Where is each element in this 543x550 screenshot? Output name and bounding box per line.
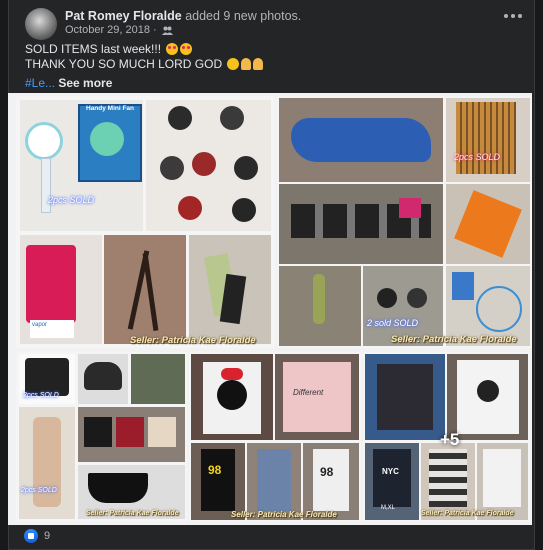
hashtag-link[interactable]: #Le... xyxy=(25,76,55,90)
power-strip-photo xyxy=(446,184,530,264)
photo-5[interactable]: NYC M,XL +5 Seller: Patricia Kae Florald… xyxy=(363,352,530,522)
blue-top-photo xyxy=(247,443,301,520)
dress-number-2: 98 xyxy=(320,465,334,479)
reactions-bar[interactable]: 9 xyxy=(24,529,50,543)
dress-number: 98 xyxy=(208,463,222,477)
more-photos-count[interactable]: +5 xyxy=(440,430,459,450)
photo-2[interactable]: 2pcs SOLD 2 sold SOLD Seller: Patricia K… xyxy=(277,96,532,348)
shapewear-photo: 2pcs SOLD xyxy=(19,354,75,404)
raincoat-photo xyxy=(279,98,443,182)
plaid-shirt-photo xyxy=(421,443,475,520)
bras-photo xyxy=(78,354,128,404)
seller-watermark: Seller: Patricia Kae Floralde xyxy=(130,335,256,346)
sold-caption: 2 sold SOLD xyxy=(367,318,419,328)
post-line-2: THANK YOU SO MUCH LORD GOD xyxy=(25,57,223,71)
star-eyes-emoji-icon xyxy=(166,43,179,55)
umbrella-photo xyxy=(189,235,271,344)
size-text: M,XL xyxy=(381,505,396,511)
seller-watermark: Seller: Patricia Kae Floralde xyxy=(86,510,179,517)
mickey-shirt-photo xyxy=(447,354,528,440)
white-dress-photo: 98 xyxy=(303,443,359,520)
seller-watermark: Seller: Patricia Kae Floralde xyxy=(231,510,337,519)
pink-sweater-photo: Different xyxy=(275,354,359,440)
smile-emoji-icon xyxy=(227,58,240,70)
photo-1[interactable]: Handy Mini Fan 2pcs SOLD vapor Seller: P… xyxy=(16,96,275,348)
sunglasses-photo xyxy=(279,184,443,264)
bodysuit-photo: 2pcs SOLD xyxy=(19,407,75,519)
sold-caption: 2pcs SOLD xyxy=(48,195,95,205)
friends-icon xyxy=(161,26,173,35)
seller-watermark: Seller: Patricia Kae Floralde xyxy=(421,510,514,517)
nyc-text: NYC xyxy=(382,467,399,476)
pray-emoji-icon xyxy=(241,58,252,70)
lighter-photo xyxy=(279,266,361,346)
seller-watermark: Seller: Patricia Kae Floralde xyxy=(391,334,517,345)
vapor-label: vapor xyxy=(30,320,74,338)
badges-photo xyxy=(146,100,271,231)
sweater-text: Different xyxy=(293,388,324,397)
fan-box-text: Handy Mini Fan xyxy=(85,105,135,112)
sold-caption: 2pcs SOLD xyxy=(23,392,59,399)
pray-emoji-icon xyxy=(253,58,264,70)
underwear-photo xyxy=(78,407,185,462)
post-action: added 9 new photos. xyxy=(185,9,302,23)
star-eyes-emoji-icon xyxy=(180,43,193,55)
post-text: SOLD ITEMS last week!!! THANK YOU SO MUC… xyxy=(25,42,264,91)
avatar[interactable] xyxy=(25,8,57,40)
printed-shirt-photo xyxy=(365,354,445,440)
see-more-link[interactable]: See more xyxy=(58,76,112,90)
graphic-tee-photo xyxy=(477,443,528,520)
briefs-photo xyxy=(131,354,185,404)
pens-photo xyxy=(104,235,186,344)
pouch-photo: vapor xyxy=(20,235,102,344)
post-line-1: SOLD ITEMS last week!!! xyxy=(25,42,162,56)
sold-caption: 2pcs SOLD xyxy=(454,152,501,162)
minnie-shirt-photo xyxy=(191,354,273,440)
reaction-count[interactable]: 9 xyxy=(44,530,50,542)
photo-4[interactable]: Different 98 98 Seller: Patricia Kae Flo… xyxy=(189,352,361,522)
nyc-shirt-photo: NYC M,XL xyxy=(365,443,419,520)
pencils-photo: 2pcs SOLD xyxy=(446,98,530,182)
sold-caption: 2pcs SOLD xyxy=(21,487,57,494)
fan-box: Handy Mini Fan 2pcs SOLD xyxy=(20,100,143,231)
photo-3[interactable]: 2pcs SOLD 2pcs SOLD Seller: Patricia Kae… xyxy=(16,352,187,522)
dress-photo: 98 xyxy=(191,443,245,520)
more-options-icon[interactable] xyxy=(504,14,522,18)
like-icon xyxy=(24,529,38,543)
post-date[interactable]: October 29, 2018 · xyxy=(65,24,157,36)
photo-grid: Handy Mini Fan 2pcs SOLD vapor Seller: P… xyxy=(8,93,532,525)
post-header: Pat Romey Floralde added 9 new photos. xyxy=(65,9,301,23)
post-meta: October 29, 2018 · xyxy=(65,24,173,36)
author-name[interactable]: Pat Romey Floralde xyxy=(65,9,182,23)
